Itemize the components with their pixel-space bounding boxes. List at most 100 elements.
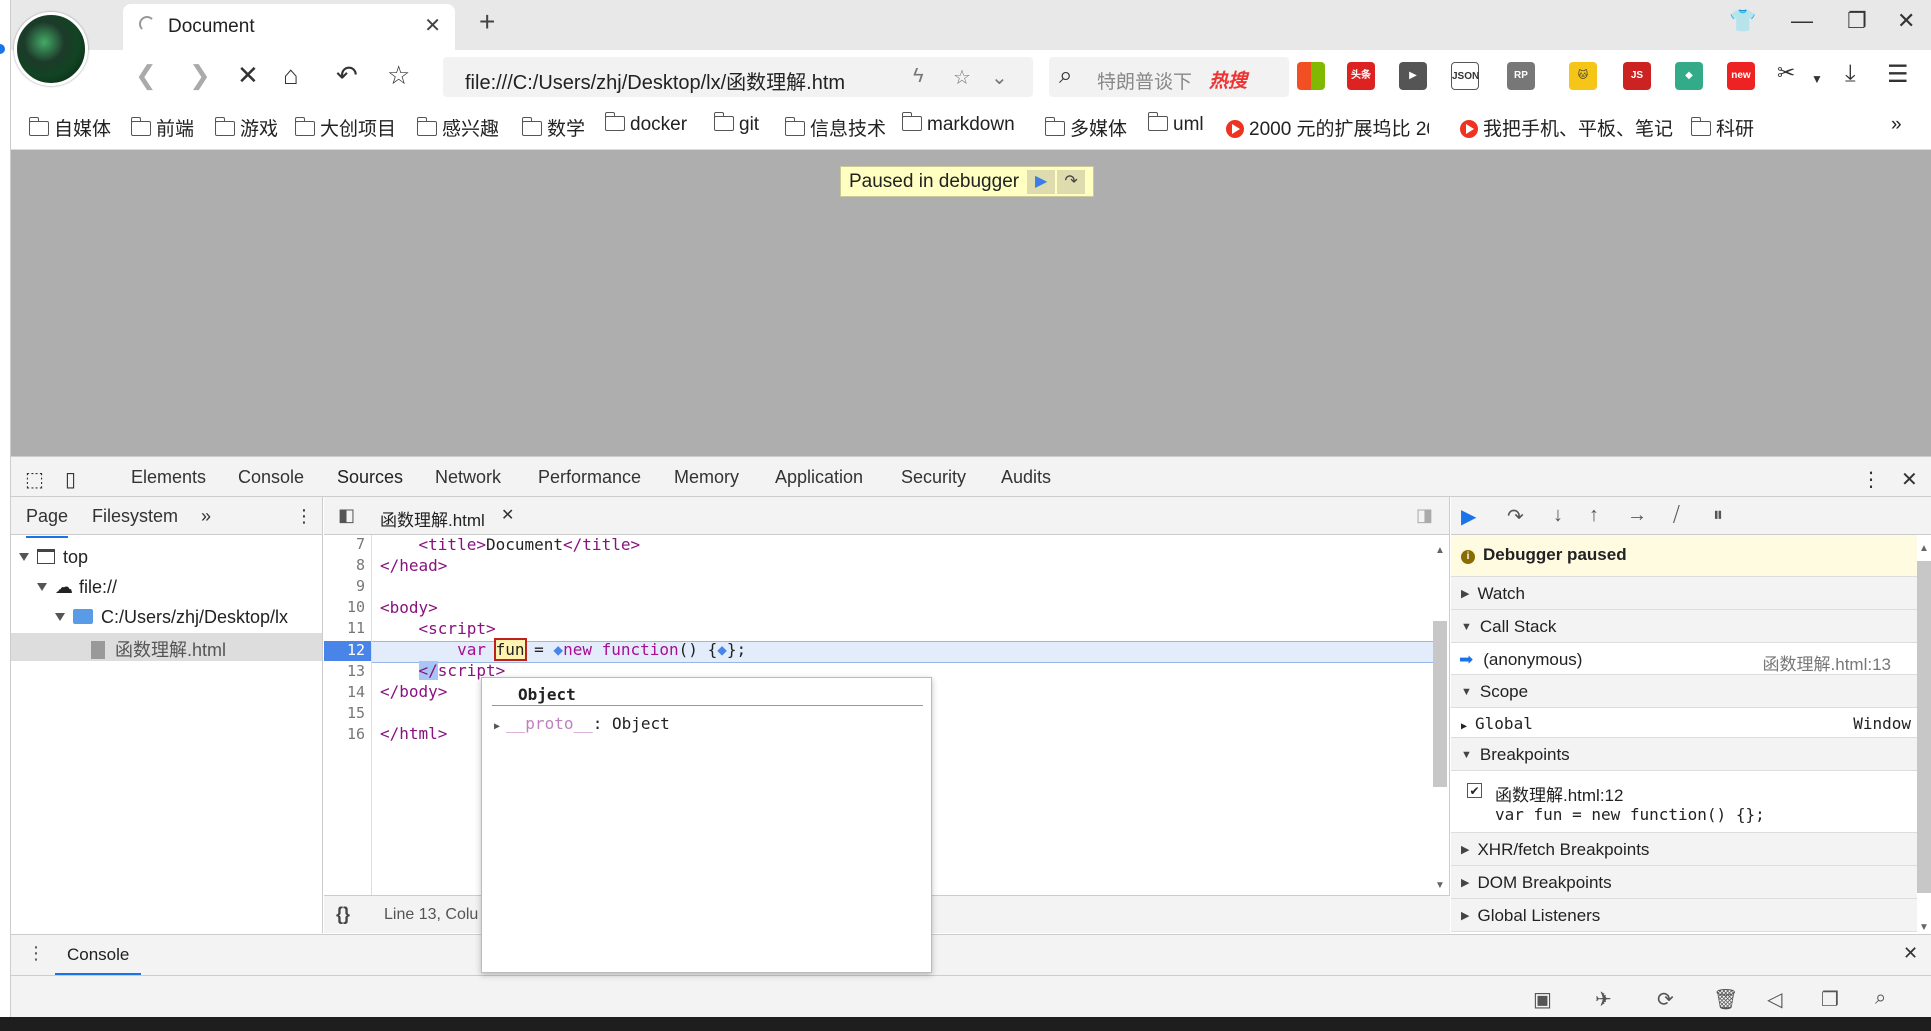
breakpoint-entry[interactable]: ✔ 函数理解.html:12 var fun = new function() … <box>1451 771 1917 833</box>
new-badge-icon[interactable]: new <box>1727 62 1755 90</box>
code-line[interactable]: </body> <box>380 682 447 701</box>
code-line[interactable]: <title>Document</title> <box>380 535 641 554</box>
line-number[interactable]: 10 <box>347 598 365 616</box>
tab-sources[interactable]: Sources <box>337 467 404 499</box>
line-number[interactable]: 15 <box>347 704 365 722</box>
drawer-menu-icon[interactable]: ⋮ <box>27 943 45 964</box>
tab-security[interactable]: Security <box>901 467 966 488</box>
search-box[interactable]: ⌕ 特朗普谈下 热搜 <box>1049 57 1289 97</box>
bookmark-item[interactable]: markdown <box>901 112 1015 136</box>
tab-elements[interactable]: Elements <box>131 467 206 488</box>
bookmark-item[interactable]: docker <box>604 112 687 136</box>
close-window-button[interactable]: ✕ <box>1897 8 1915 34</box>
bookmark-item[interactable]: 多媒体 <box>1044 114 1127 141</box>
rp-icon[interactable]: RP <box>1507 62 1535 90</box>
home-button[interactable]: ⌂ <box>283 60 299 91</box>
layers-icon[interactable]: ◆ <box>1675 62 1703 90</box>
resume-button[interactable]: ▶ <box>1027 169 1056 194</box>
trash-icon[interactable]: 🗑 <box>1713 987 1738 1012</box>
dom-breakpoints-section[interactable]: ▶ DOM Breakpoints <box>1451 866 1917 899</box>
code-line[interactable]: var fun = ◆new function() {◆}; <box>380 638 746 661</box>
more-tabs-icon[interactable]: » <box>201 506 211 527</box>
breakpoints-section[interactable]: ▼ Breakpoints <box>1451 738 1917 771</box>
bookmark-star-button[interactable]: ☆ <box>387 60 410 91</box>
navigator-tab-filesystem[interactable]: Filesystem <box>92 506 178 527</box>
global-scope-row[interactable]: ▶ Global Window <box>1451 708 1917 738</box>
pretty-print-icon[interactable]: {} <box>336 904 350 925</box>
global-listeners-section[interactable]: ▶ Global Listeners <box>1451 899 1917 932</box>
tab-memory[interactable]: Memory <box>674 467 739 488</box>
bookmark-item[interactable]: 2000 元的扩展坞比 20 <box>1226 114 1429 141</box>
bookmark-item[interactable]: uml <box>1147 112 1204 136</box>
rocket-icon[interactable]: ✈ <box>1595 987 1612 1012</box>
close-tab-icon[interactable]: ✕ <box>424 13 441 38</box>
bookmark-item[interactable]: 信息技术 <box>784 114 886 141</box>
line-number[interactable]: 14 <box>347 683 365 701</box>
tab-console[interactable]: Console <box>238 467 304 488</box>
editor-scrollbar[interactable]: ▲ ▼ <box>1433 541 1447 891</box>
step-out-icon[interactable]: ↑ <box>1589 504 1599 527</box>
volume-icon[interactable]: ◁ <box>1767 987 1782 1012</box>
scissors-dropdown-icon[interactable]: ▼ <box>1811 72 1823 86</box>
call-frame-row[interactable]: ➡ (anonymous) 函数理解.html:13 <box>1451 643 1917 675</box>
xhr-breakpoints-section[interactable]: ▶ XHR/fetch Breakpoints <box>1451 833 1917 866</box>
scissors-icon[interactable]: ✂ <box>1777 60 1795 86</box>
user-avatar[interactable] <box>14 12 88 86</box>
line-number[interactable]: 13 <box>347 662 365 680</box>
line-number[interactable]: 11 <box>347 619 365 637</box>
line-number[interactable]: 16 <box>347 725 365 743</box>
code-line[interactable]: <body> <box>380 598 438 617</box>
expand-arrow-icon[interactable]: ▶ <box>494 721 500 732</box>
tree-item-html-file[interactable]: 函数理解.html <box>91 636 226 662</box>
hot-search-badge[interactable]: 热搜 <box>1209 66 1247 93</box>
bookmark-item[interactable]: git <box>713 112 759 136</box>
code-line[interactable]: <script> <box>380 619 496 638</box>
code-line[interactable]: </html> <box>380 724 447 743</box>
watch-section[interactable]: ▶ Watch <box>1451 577 1917 610</box>
window-icon[interactable]: ❐ <box>1821 987 1839 1012</box>
menu-icon[interactable]: ☰ <box>1887 60 1909 89</box>
skin-icon[interactable]: 👕 <box>1729 8 1756 34</box>
toggle-debugger-icon[interactable]: ◨ <box>1416 505 1433 526</box>
line-number[interactable]: 8 <box>356 556 365 574</box>
stop-button[interactable]: ✕ <box>237 60 259 91</box>
more-options-icon[interactable]: ⋮ <box>1861 467 1881 492</box>
toutiao-icon[interactable]: 头条 <box>1347 62 1375 90</box>
address-bar[interactable]: file:///C:/Users/zhj/Desktop/lx/函数理解.htm… <box>443 57 1033 97</box>
speed-icon[interactable]: ⟳ <box>1657 987 1674 1012</box>
cat-icon[interactable]: 🐱 <box>1569 62 1597 90</box>
bookmark-item[interactable]: 我把手机、平板、笔记 <box>1460 114 1683 141</box>
video-icon[interactable]: ▶ <box>1399 62 1427 90</box>
tree-item-folder[interactable]: C:/Users/zhj/Desktop/lx <box>55 607 288 628</box>
step-over-icon[interactable]: ↷ <box>1507 504 1524 529</box>
tree-item-file-origin[interactable]: ☁ file:// <box>37 577 117 598</box>
bookmark-item[interactable]: 科研 <box>1690 114 1754 141</box>
new-tab-button[interactable]: + <box>479 6 495 38</box>
close-devtools-icon[interactable]: ✕ <box>1901 467 1918 492</box>
editor-file-tab[interactable]: 函数理解.html <box>380 506 485 531</box>
line-number[interactable]: 7 <box>356 535 365 553</box>
tab-audits[interactable]: Audits <box>1001 467 1051 488</box>
undo-close-button[interactable]: ↶ <box>336 60 358 91</box>
favorite-star-icon[interactable]: ☆ <box>953 65 971 90</box>
scope-section[interactable]: ▼ Scope <box>1451 675 1917 708</box>
download-icon[interactable]: ⤓ <box>1845 60 1856 88</box>
windows-logo-icon[interactable] <box>1297 62 1325 90</box>
line-number[interactable]: 9 <box>356 577 365 595</box>
bookmark-item[interactable]: 大创项目 <box>294 114 396 141</box>
more-bookmarks-icon[interactable]: » <box>1891 114 1902 136</box>
inspect-element-icon[interactable]: ⬚ <box>25 467 44 492</box>
code-line[interactable]: </head> <box>380 556 447 575</box>
bookmark-item[interactable]: 前端 <box>130 114 194 141</box>
breakpoint-checkbox[interactable]: ✔ <box>1467 783 1482 798</box>
call-stack-section[interactable]: ▼ Call Stack <box>1451 610 1917 643</box>
step-over-button[interactable]: ↷ <box>1057 169 1086 194</box>
step-into-icon[interactable]: ↓ <box>1553 504 1563 527</box>
pause-on-exceptions-icon[interactable]: ⏸ <box>1713 504 1723 527</box>
toggle-navigator-icon[interactable]: ◧ <box>338 505 355 526</box>
navigator-tab-page[interactable]: Page <box>26 506 69 538</box>
tree-item-top[interactable]: top <box>19 547 88 568</box>
bookmark-item[interactable]: 感兴趣 <box>416 114 499 141</box>
restore-button[interactable]: ❐ <box>1847 8 1867 34</box>
navigator-menu-icon[interactable]: ⋮ <box>295 506 313 527</box>
